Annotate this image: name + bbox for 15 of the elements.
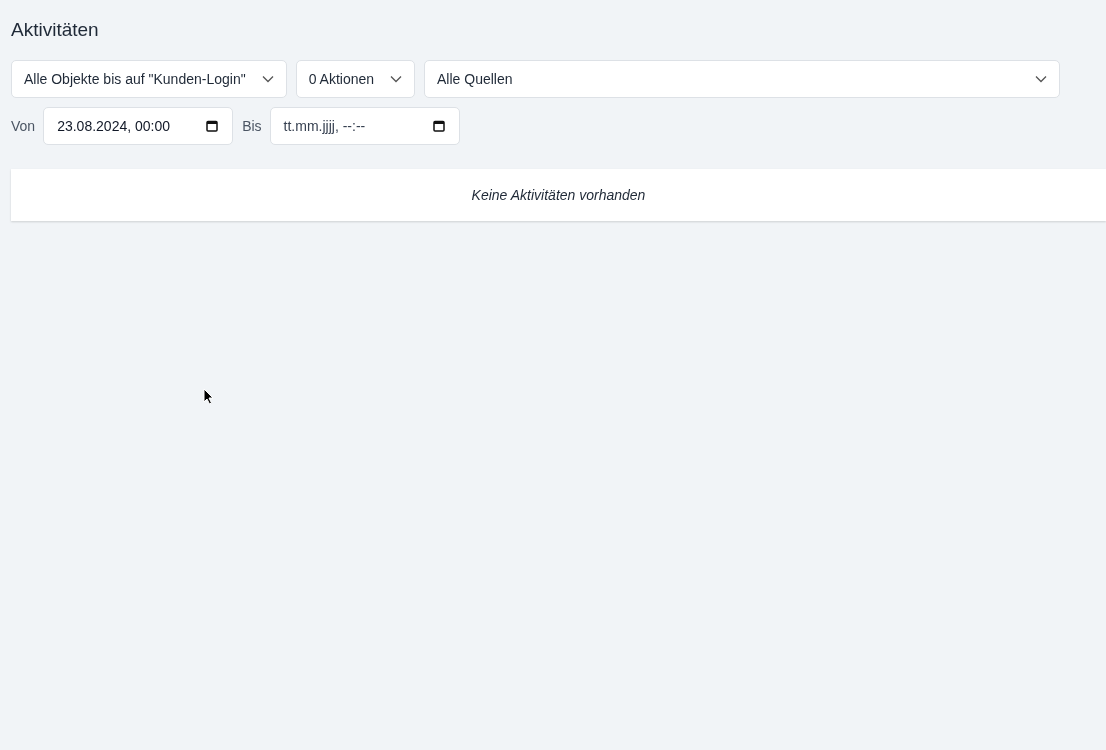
chevron-down-icon	[261, 75, 274, 83]
date-label: Bis	[242, 116, 262, 136]
calendar-icon	[206, 120, 219, 132]
date-time-field[interactable]: 23.08.2024, 00:00	[43, 107, 234, 145]
date-time-field[interactable]: tt.mm.jjjj, --:--	[269, 107, 460, 145]
chevron-down-icon	[390, 75, 403, 83]
filter-dropdown[interactable]: Alle Objekte bis auf "Kunden-Login"	[11, 60, 287, 98]
calendar-icon	[432, 120, 445, 132]
chevron-down-icon	[1035, 75, 1048, 83]
empty-message: Keine Aktivitäten vorhanden	[471, 185, 646, 205]
page-title: Aktivitäten	[11, 18, 100, 42]
filter-dropdown[interactable]: 0 Aktionen	[295, 60, 416, 98]
date-label: Von	[11, 116, 36, 136]
mouse-cursor-icon	[203, 388, 214, 405]
filter-dropdown[interactable]: Alle Quellen	[424, 60, 1061, 98]
